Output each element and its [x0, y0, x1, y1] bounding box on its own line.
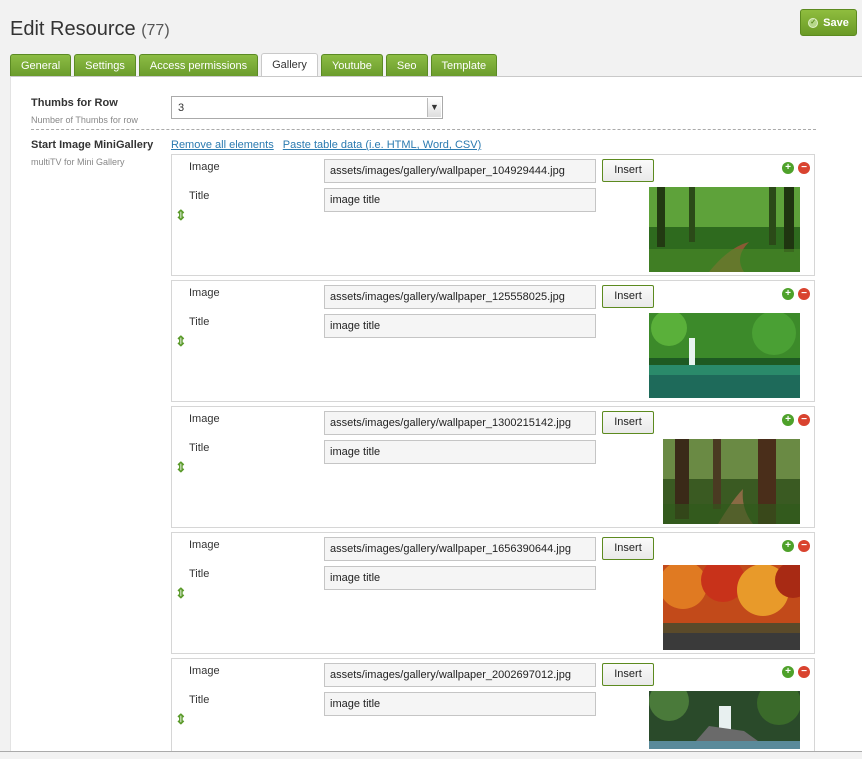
thumbs-select[interactable]: 3 ▼	[171, 96, 443, 119]
gallery-row: Image assets/images/gallery/wallpaper_10…	[171, 154, 815, 276]
thumbnail-forest-trees-image	[663, 439, 800, 524]
save-button[interactable]: ✓ Save	[800, 9, 857, 36]
check-icon: ✓	[808, 17, 819, 28]
image-path-input[interactable]: assets/images/gallery/wallpaper_20026970…	[324, 663, 596, 687]
image-label: Image	[189, 287, 220, 299]
page-header: Edit Resource (77) ✓ Save	[0, 0, 862, 56]
chevron-down-icon[interactable]: ▼	[427, 98, 441, 117]
title-label: Title	[189, 568, 210, 580]
tab-general[interactable]: General	[10, 54, 72, 76]
image-path-input[interactable]: assets/images/gallery/wallpaper_13002151…	[324, 411, 596, 435]
tab-bar: General Settings Access permissions Gall…	[10, 53, 498, 77]
insert-button[interactable]: Insert	[602, 537, 654, 560]
thumbs-field-label: Thumbs for Row	[31, 97, 118, 109]
remove-row-icon[interactable]: −	[798, 666, 810, 678]
image-label: Image	[189, 665, 220, 677]
add-row-icon[interactable]: +	[782, 540, 794, 552]
gallery-panel: Thumbs for Row Number of Thumbs for row …	[10, 76, 862, 752]
thumbnail-waterfall-green-image	[649, 313, 800, 398]
gallery-row: Image assets/images/gallery/wallpaper_20…	[171, 658, 815, 752]
title-input[interactable]: image title	[324, 692, 596, 716]
page-title: Edit Resource (77)	[10, 18, 170, 40]
image-label: Image	[189, 161, 220, 173]
tab-youtube[interactable]: Youtube	[320, 54, 383, 76]
add-row-icon[interactable]: +	[782, 288, 794, 300]
gallery-row: Image assets/images/gallery/wallpaper_12…	[171, 280, 815, 402]
gallery-field-label: Start Image MiniGallery	[31, 139, 154, 151]
tab-access-permissions[interactable]: Access permissions	[138, 54, 259, 76]
thumbnail-forest-path-image	[649, 187, 800, 272]
bottom-border	[0, 751, 862, 752]
image-label: Image	[189, 413, 220, 425]
divider	[31, 129, 816, 130]
move-handle-icon[interactable]: ⇕	[175, 585, 187, 602]
move-handle-icon[interactable]: ⇕	[175, 711, 187, 728]
remove-all-link[interactable]: Remove all elements	[171, 139, 274, 151]
insert-button[interactable]: Insert	[602, 663, 654, 686]
gallery-row: Image assets/images/gallery/wallpaper_13…	[171, 406, 815, 528]
title-label: Title	[189, 442, 210, 454]
image-path-input[interactable]: assets/images/gallery/wallpaper_10492944…	[324, 159, 596, 183]
thumbs-field-description: Number of Thumbs for row	[31, 115, 138, 125]
image-path-input[interactable]: assets/images/gallery/wallpaper_12555802…	[324, 285, 596, 309]
paste-table-link[interactable]: Paste table data (i.e. HTML, Word, CSV)	[283, 139, 481, 151]
gallery-field-description: multiTV for Mini Gallery	[31, 157, 125, 167]
insert-button[interactable]: Insert	[602, 411, 654, 434]
move-handle-icon[interactable]: ⇕	[175, 207, 187, 224]
resource-id: (77)	[141, 22, 170, 39]
insert-button[interactable]: Insert	[602, 285, 654, 308]
image-path-input[interactable]: assets/images/gallery/wallpaper_16563906…	[324, 537, 596, 561]
title-label: Title	[189, 694, 210, 706]
add-row-icon[interactable]: +	[782, 666, 794, 678]
title-input[interactable]: image title	[324, 188, 596, 212]
title-input[interactable]: image title	[324, 440, 596, 464]
gallery-actions: Remove all elements Paste table data (i.…	[171, 139, 487, 151]
insert-button[interactable]: Insert	[602, 159, 654, 182]
thumbs-select-value: 3	[178, 102, 185, 114]
remove-row-icon[interactable]: −	[798, 414, 810, 426]
tab-seo[interactable]: Seo	[385, 54, 428, 76]
remove-row-icon[interactable]: −	[798, 162, 810, 174]
thumbnail-waterfall-rocks-image	[649, 691, 800, 749]
tab-template[interactable]: Template	[430, 54, 498, 76]
tab-settings[interactable]: Settings	[74, 54, 136, 76]
remove-row-icon[interactable]: −	[798, 288, 810, 300]
gallery-row: Image assets/images/gallery/wallpaper_16…	[171, 532, 815, 654]
move-handle-icon[interactable]: ⇕	[175, 459, 187, 476]
title-input[interactable]: image title	[324, 566, 596, 590]
thumbnail-autumn-trees-image	[663, 565, 800, 650]
move-handle-icon[interactable]: ⇕	[175, 333, 187, 350]
title-label: Title	[189, 316, 210, 328]
title-input[interactable]: image title	[324, 314, 596, 338]
remove-row-icon[interactable]: −	[798, 540, 810, 552]
title-label: Title	[189, 190, 210, 202]
add-row-icon[interactable]: +	[782, 414, 794, 426]
image-label: Image	[189, 539, 220, 551]
tab-gallery[interactable]: Gallery	[261, 53, 318, 76]
add-row-icon[interactable]: +	[782, 162, 794, 174]
